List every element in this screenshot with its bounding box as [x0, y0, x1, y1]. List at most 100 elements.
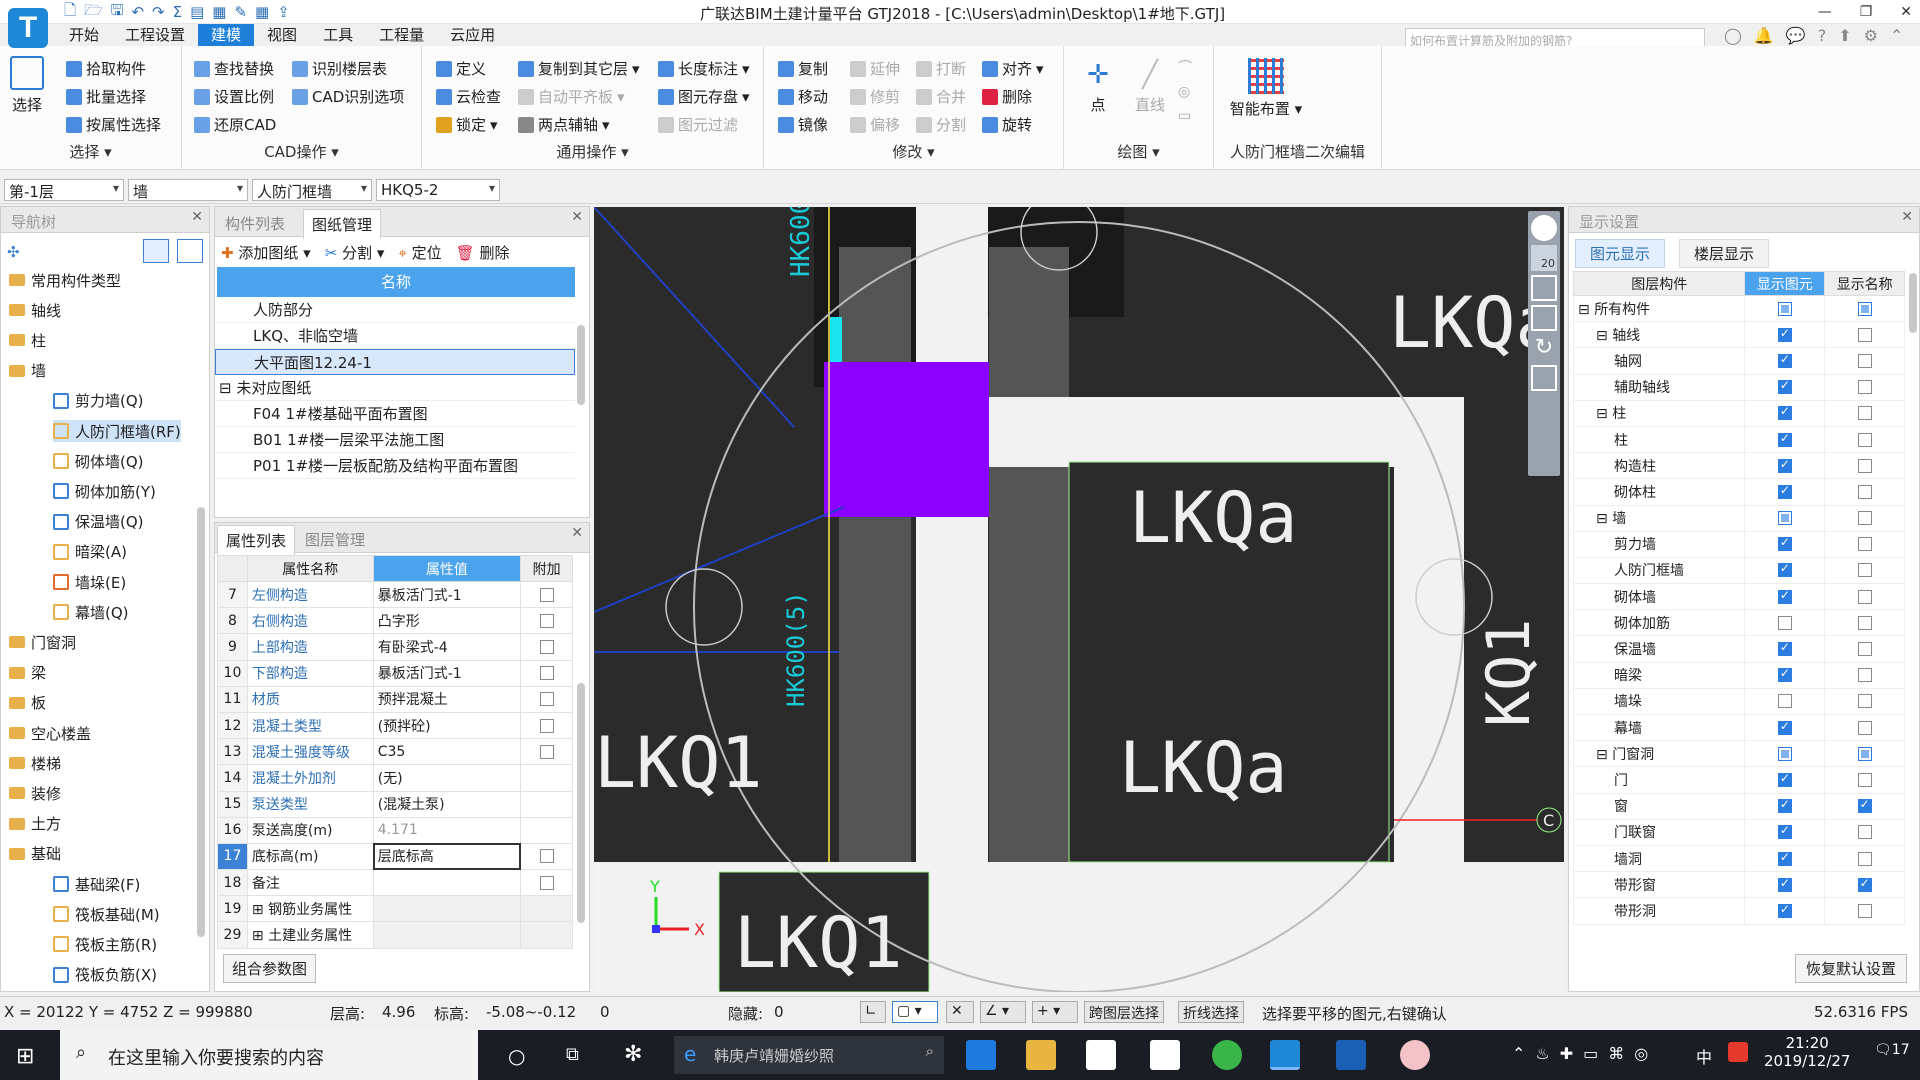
nav-item[interactable]: 梁 [9, 662, 46, 684]
select-button[interactable]: 选择 [10, 56, 44, 115]
property-row[interactable]: 17 底标高(m) 层底标高 [217, 842, 573, 871]
show-name-checkbox[interactable] [1857, 772, 1872, 787]
property-value[interactable] [372, 869, 522, 897]
taskbar-search-box[interactable]: ⌕ 在这里输入你要搜索的内容 [60, 1030, 478, 1080]
show-element-checkbox[interactable] [1777, 457, 1792, 473]
pinwheel-app-icon[interactable]: ✻ [624, 1042, 642, 1067]
avatar-app-icon[interactable] [1400, 1040, 1430, 1070]
show-name-checkbox[interactable] [1857, 406, 1872, 421]
maximize-button[interactable]: ❐ [1860, 4, 1873, 20]
drawing-row[interactable]: B01 1#楼一层梁平法施工图 [215, 427, 575, 453]
show-name-checkbox[interactable] [1857, 746, 1872, 761]
sum-icon[interactable]: Σ [173, 3, 182, 21]
display-row[interactable]: 砌体柱 [1572, 478, 1905, 506]
grid-icon[interactable]: ▦ [255, 3, 269, 21]
extra-checkbox[interactable] [539, 587, 554, 602]
show-element-checkbox[interactable] [1777, 746, 1792, 761]
component-type-select[interactable]: 墙 [128, 179, 248, 201]
drawing-row[interactable]: LKQ、非临空墙 [215, 323, 575, 349]
polyline-select-button[interactable]: 折线选择 [1178, 1001, 1244, 1023]
element-filter-button[interactable]: 图元过滤 [658, 114, 738, 135]
display-row[interactable]: 幕墙 [1572, 713, 1905, 742]
tab-quantity[interactable]: 工程量 [366, 24, 437, 46]
display-row[interactable]: 剪力墙 [1572, 530, 1905, 558]
show-name-checkbox[interactable] [1857, 642, 1872, 657]
drawing-row[interactable]: ⊟ 未对应图纸 [215, 375, 575, 401]
show-name-checkbox[interactable] [1857, 353, 1872, 368]
nav-item[interactable]: 土方 [9, 813, 61, 835]
lock-button[interactable]: 锁定 ▾ [436, 114, 498, 135]
reset-default-button[interactable]: 恢复默认设置 [1794, 954, 1907, 983]
display-scrollbar[interactable] [1909, 273, 1917, 333]
show-name-checkbox[interactable] [1857, 537, 1872, 552]
nav-item[interactable]: 常用构件类型 [9, 269, 121, 291]
property-row[interactable]: 16 泵送高度(m) 4.171 [217, 816, 573, 844]
nav-item[interactable]: 装修 [9, 782, 61, 804]
help-search-input[interactable]: 如何布置计算筋及附加的钢筋? [1405, 28, 1705, 48]
display-row[interactable]: ⊟ 墙 [1572, 504, 1905, 532]
delete-drawing-button[interactable]: 🗑 删除 [456, 242, 510, 263]
nav-item[interactable]: 楼梯 [9, 752, 61, 774]
display-row[interactable]: 带形窗 [1572, 871, 1905, 899]
show-element-checkbox[interactable] [1777, 588, 1792, 604]
display-row[interactable]: 砌体墙 [1572, 583, 1905, 611]
ortho-icon[interactable]: ∟ [860, 1001, 886, 1023]
nav-item[interactable]: 基础 [9, 843, 61, 865]
display-row[interactable]: 暗梁 [1572, 661, 1905, 689]
delete-button[interactable]: 删除 [982, 86, 1032, 107]
show-name-checkbox[interactable] [1857, 380, 1872, 395]
ime-indicator[interactable]: 中 [1696, 1044, 1712, 1068]
show-name-checkbox[interactable] [1857, 720, 1872, 735]
show-element-checkbox[interactable] [1777, 797, 1792, 814]
collapse-icon[interactable]: ⊟ [1596, 406, 1612, 422]
nav-item[interactable]: 轴线 [9, 299, 61, 321]
display-row[interactable]: 墙垛 [1572, 687, 1905, 716]
tab-start[interactable]: 开始 [56, 24, 112, 46]
show-name-checkbox[interactable] [1857, 668, 1872, 683]
pick-component-button[interactable]: 拾取构件 [66, 58, 146, 79]
property-row[interactable]: 13 混凝土强度等级 C35 [217, 738, 573, 766]
property-row[interactable]: 9 上部构造 有卧梁式-4 [217, 633, 573, 661]
show-name-checkbox[interactable] [1857, 458, 1872, 473]
set-scale-button[interactable]: 设置比例 [194, 86, 274, 107]
show-name-checkbox[interactable] [1857, 903, 1872, 918]
property-row[interactable]: 11 材质 预拌混凝土 [217, 685, 573, 713]
component-subtype-select[interactable]: 人防门框墙 [252, 179, 372, 201]
close-icon[interactable]: ✕ [1901, 209, 1913, 225]
drawing-row[interactable]: P01 1#楼一层板配筋及结构平面布置图 [215, 453, 575, 479]
select-by-attribute-button[interactable]: 按属性选择 [66, 114, 161, 135]
property-value[interactable]: (混凝土泵) [372, 790, 522, 818]
clock[interactable]: 21:20 2019/12/27 [1764, 1034, 1850, 1070]
display-row[interactable]: 柱 [1572, 425, 1905, 454]
copy-to-other-floor-button[interactable]: 复制到其它层 ▾ [518, 58, 640, 79]
property-value[interactable]: C35 [372, 738, 522, 766]
show-element-checkbox[interactable] [1777, 378, 1792, 395]
property-value[interactable]: 暴板活门式-1 [372, 580, 522, 609]
circle-icon[interactable]: ◎ [1178, 80, 1192, 104]
undo-icon[interactable]: ↶ [131, 3, 144, 21]
drawings-scrollbar[interactable] [577, 325, 585, 405]
tab-project-settings[interactable]: 工程设置 [112, 24, 198, 46]
show-element-checkbox[interactable] [1777, 902, 1792, 918]
view-icon[interactable]: ▦ [212, 3, 226, 21]
mirror-button[interactable]: 镜像 [778, 114, 828, 135]
show-name-checkbox[interactable] [1857, 484, 1872, 499]
display-row[interactable]: 墙洞 [1572, 844, 1905, 873]
collapse-ribbon-icon[interactable]: ⌃ [1890, 26, 1903, 45]
property-row[interactable]: 29 ⊞ 土建业务属性 [217, 921, 573, 949]
nav-item[interactable]: 墙垛(E) [53, 571, 126, 593]
store-icon[interactable] [1086, 1040, 1116, 1070]
locate-drawing-button[interactable]: ⌖ 定位 [398, 242, 441, 263]
user-icon[interactable]: ◯ [1724, 26, 1742, 45]
drawing-row[interactable]: 大平面图12.24-1 [215, 349, 575, 375]
show-element-checkbox[interactable] [1777, 483, 1792, 499]
redo-icon[interactable]: ↷ [152, 3, 165, 21]
tree-view-icon[interactable] [177, 239, 203, 263]
floor-view-icon[interactable] [1531, 365, 1557, 391]
show-element-checkbox[interactable] [1777, 694, 1792, 709]
display-row[interactable]: ⊟ 柱 [1572, 399, 1905, 427]
break-button[interactable]: 打断 [916, 58, 966, 79]
extra-checkbox[interactable] [539, 692, 554, 707]
ribbon-group-draw-label[interactable]: 绘图 ▾ [1064, 141, 1213, 162]
show-name-checkbox[interactable] [1857, 615, 1872, 630]
